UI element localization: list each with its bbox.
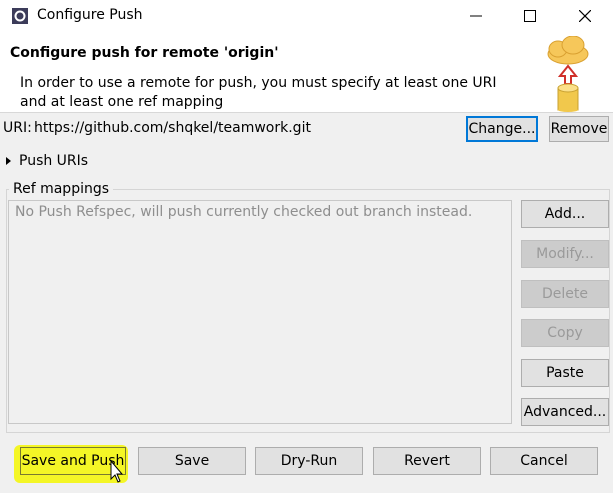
cloud-push-icon: [547, 36, 589, 112]
header-message: In order to use a remote for push, you m…: [20, 75, 497, 110]
window-title: Configure Push: [37, 7, 143, 23]
copy-button[interactable]: Copy: [521, 319, 609, 347]
ref-mappings-placeholder: No Push Refspec, will push currently che…: [15, 204, 473, 220]
remove-uri-button[interactable]: Remove: [549, 116, 609, 142]
minimize-button[interactable]: [453, 0, 499, 32]
uri-label: URI:: [3, 120, 32, 136]
add-button[interactable]: Add...: [521, 200, 609, 228]
paste-button[interactable]: Paste: [521, 359, 609, 387]
save-button[interactable]: Save: [138, 447, 246, 475]
close-button[interactable]: [562, 0, 608, 32]
title-bar: Configure Push: [0, 0, 613, 32]
dry-run-button[interactable]: Dry-Run: [255, 447, 363, 475]
dialog-header: Configure push for remote 'origin' In or…: [0, 32, 613, 112]
mouse-pointer-icon: [110, 460, 124, 483]
delete-button[interactable]: Delete: [521, 280, 609, 308]
maximize-icon: [524, 10, 536, 22]
advanced-button[interactable]: Advanced...: [521, 398, 609, 426]
ref-mappings-list[interactable]: [8, 200, 512, 424]
push-uris-toggle[interactable]: Push URIs: [6, 153, 88, 169]
minimize-icon: [470, 15, 482, 17]
modify-button[interactable]: Modify...: [521, 240, 609, 268]
ref-mappings-label: Ref mappings: [9, 181, 114, 197]
eclipse-app-icon: [12, 8, 28, 24]
push-uris-label: Push URIs: [19, 153, 89, 169]
change-uri-button[interactable]: Change...: [466, 116, 538, 142]
header-separator: [0, 112, 613, 113]
close-icon: [579, 10, 591, 22]
cancel-button[interactable]: Cancel: [490, 447, 598, 475]
header-title: Configure push for remote 'origin': [10, 45, 279, 61]
expand-triangle-icon: [6, 157, 11, 165]
maximize-button[interactable]: [507, 0, 553, 32]
revert-button[interactable]: Revert: [373, 447, 481, 475]
uri-value: https://github.com/shqkel/teamwork.git: [34, 120, 311, 136]
